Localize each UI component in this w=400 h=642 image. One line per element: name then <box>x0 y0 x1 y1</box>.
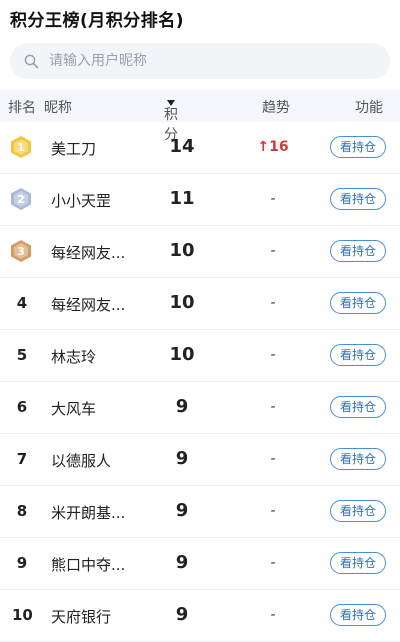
rank-number: 6 <box>16 398 28 416</box>
user-nickname[interactable]: 大风车 <box>51 398 96 419</box>
user-nickname[interactable]: 美工刀 <box>51 138 96 159</box>
rank-trend: - <box>270 191 276 207</box>
header-score-sort[interactable]: 积分 <box>164 97 178 143</box>
user-score: 9 <box>175 604 189 625</box>
user-nickname[interactable]: 以德服人 <box>51 450 111 471</box>
table-header: 排名 昵称 积分 趋势 功能 <box>0 90 400 143</box>
view-holdings-button[interactable]: 看持仓 <box>330 292 386 314</box>
rank-badge-icon: 2 <box>11 188 31 210</box>
table-row: 7 以德服人 9 - 看持仓 <box>0 434 400 486</box>
table-row: 1 美工刀 14 ↑16 看持仓 <box>0 122 400 174</box>
rank-trend: - <box>270 607 276 623</box>
user-score: 9 <box>175 396 189 417</box>
table-row: 8 米开朗基... 9 - 看持仓 <box>0 486 400 538</box>
rank-number: 5 <box>16 346 28 364</box>
view-holdings-button[interactable]: 看持仓 <box>330 396 386 418</box>
header-rank: 排名 <box>8 100 36 116</box>
view-holdings-button[interactable]: 看持仓 <box>330 604 386 626</box>
table-row: 6 大风车 9 - 看持仓 <box>0 382 400 434</box>
user-nickname[interactable]: 每经网友... <box>51 242 125 263</box>
rank-number: 1 <box>17 141 25 154</box>
user-score: 10 <box>169 292 195 313</box>
rank-badge-icon: 1 <box>11 136 31 158</box>
page-title: 积分王榜(月积分排名) <box>10 11 185 31</box>
rank-trend: - <box>270 295 276 311</box>
user-score: 10 <box>169 240 195 261</box>
view-holdings-button[interactable]: 看持仓 <box>330 552 386 574</box>
table-row: 3 每经网友... 10 - 看持仓 <box>0 226 400 278</box>
search-bar[interactable] <box>10 43 390 79</box>
user-nickname[interactable]: 天府银行 <box>51 606 111 627</box>
rank-trend: - <box>270 503 276 519</box>
user-score: 9 <box>175 448 189 469</box>
user-score: 9 <box>175 500 189 521</box>
rank-number: 8 <box>16 502 28 520</box>
table-row: 10 天府银行 9 - 看持仓 <box>0 590 400 642</box>
view-holdings-button[interactable]: 看持仓 <box>330 448 386 470</box>
rank-trend: - <box>270 451 276 467</box>
view-holdings-button[interactable]: 看持仓 <box>330 344 386 366</box>
rank-badge-icon: 3 <box>11 240 31 262</box>
view-holdings-button[interactable]: 看持仓 <box>330 240 386 262</box>
ranking-list: 1 美工刀 14 ↑16 看持仓 2 小小天罡 11 - 看持仓 3 每经网友... 10 - 看持仓 4 每经… <box>0 122 400 642</box>
user-nickname[interactable]: 熊口中夺... <box>51 554 125 575</box>
table-row: 5 林志玲 10 - 看持仓 <box>0 330 400 382</box>
rank-number: 10 <box>12 606 33 624</box>
rank-trend: - <box>270 555 276 571</box>
header-trend: 趋势 <box>262 100 290 116</box>
search-input[interactable] <box>47 52 351 70</box>
view-holdings-button[interactable]: 看持仓 <box>330 136 386 158</box>
user-score: 10 <box>169 344 195 365</box>
user-nickname[interactable]: 米开朗基... <box>51 502 125 523</box>
leaderboard-page: 积分王榜(月积分排名) 排名 昵称 积分 趋势 功能 1美工刀14↑16看持仓2… <box>0 0 400 642</box>
sort-down-icon <box>167 100 175 106</box>
header-nickname: 昵称 <box>44 100 72 116</box>
view-holdings-button[interactable]: 看持仓 <box>330 500 386 522</box>
rank-number: 7 <box>16 450 28 468</box>
user-nickname[interactable]: 小小天罡 <box>51 190 111 211</box>
rank-number: 4 <box>16 294 28 312</box>
search-icon <box>24 54 39 68</box>
rank-trend: - <box>270 243 276 259</box>
rank-number: 2 <box>17 193 25 206</box>
rank-trend: ↑16 <box>257 139 289 155</box>
user-nickname[interactable]: 每经网友... <box>51 294 125 315</box>
user-nickname[interactable]: 林志玲 <box>51 346 96 367</box>
rank-trend: - <box>270 347 276 363</box>
table-row: 2 小小天罡 11 - 看持仓 <box>0 174 400 226</box>
user-score: 14 <box>169 136 195 157</box>
table-row: 9 熊口中夺... 9 - 看持仓 <box>0 538 400 590</box>
user-score: 11 <box>169 188 195 209</box>
header-function: 功能 <box>355 100 383 116</box>
rank-number: 3 <box>17 245 25 258</box>
user-score: 9 <box>175 552 189 573</box>
rank-trend: - <box>270 399 276 415</box>
view-holdings-button[interactable]: 看持仓 <box>330 188 386 210</box>
rank-number: 9 <box>16 554 28 572</box>
table-row: 4 每经网友... 10 - 看持仓 <box>0 278 400 330</box>
